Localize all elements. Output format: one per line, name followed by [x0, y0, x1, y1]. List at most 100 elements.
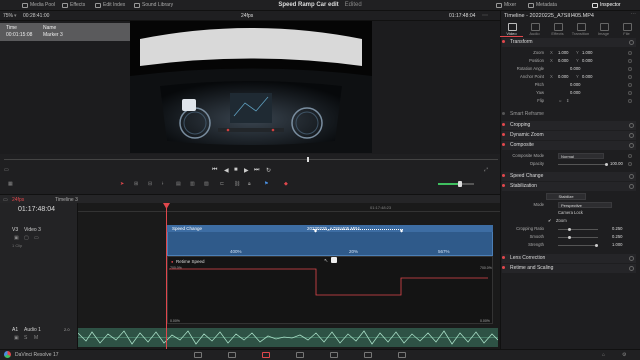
composite-mode-reset-icon[interactable] — [628, 154, 632, 158]
speed-segment-2[interactable]: 20% — [349, 249, 358, 254]
speed-change-enable-icon[interactable] — [502, 174, 505, 178]
retime-scaling-enable-icon[interactable] — [502, 266, 505, 270]
position-y-field[interactable]: 0.000 — [582, 58, 592, 63]
track-visibility-icon[interactable]: ▭ — [34, 235, 39, 241]
zoom-slider-handle[interactable] — [458, 181, 462, 187]
replace-icon[interactable]: ▧ — [204, 181, 209, 187]
smooth-slider[interactable] — [558, 235, 598, 239]
pitch-field[interactable]: 0.000 — [570, 82, 580, 87]
play-icon[interactable]: ▶ — [244, 167, 249, 174]
color-page-icon[interactable] — [330, 352, 338, 358]
link-icon[interactable]: ⛓ — [234, 181, 240, 187]
layout-icon[interactable]: ▦ — [8, 181, 13, 187]
inspector-options-icon[interactable]: ⋯ — [631, 12, 637, 18]
cropping-enable-icon[interactable] — [502, 123, 505, 127]
anchor-reset-icon[interactable] — [628, 75, 632, 79]
checkmark-icon[interactable]: ✔ — [548, 218, 552, 223]
zoom-x-field[interactable]: 1.000 — [558, 50, 568, 55]
cropping-reset-icon[interactable] — [629, 123, 634, 128]
home-icon[interactable]: ⌂ — [602, 352, 605, 358]
smart-reframe-enable-icon[interactable] — [502, 112, 505, 116]
mixer-button[interactable]: Mixer — [496, 2, 516, 8]
composite-reset-icon[interactable] — [629, 143, 634, 148]
zoom-y-field[interactable]: 1.000 — [582, 50, 592, 55]
tab-effects[interactable]: Effects — [546, 21, 569, 37]
zoom-level[interactable]: 75% — [3, 13, 13, 19]
lens-correction-reset-icon[interactable] — [629, 256, 634, 261]
marker-time-value[interactable]: 00:01:15:08 — [6, 32, 32, 38]
section-lens-correction[interactable]: Lens Correction — [502, 255, 636, 264]
fullscreen-icon[interactable]: ⤢ — [484, 167, 488, 173]
inspector-button[interactable]: Inspector — [592, 2, 621, 8]
viewer-options-icon[interactable]: ▭ — [4, 167, 9, 173]
audio-lock-icon[interactable]: ▣ — [14, 335, 19, 341]
position-x-field[interactable]: 0.000 — [558, 58, 568, 63]
rotation-field[interactable]: 0.000 — [570, 66, 580, 71]
scrub-handle[interactable] — [307, 157, 309, 162]
insert-icon[interactable]: ▤ — [176, 181, 181, 187]
pitch-reset-icon[interactable] — [628, 83, 632, 87]
track-lock-icon[interactable]: ▣ — [14, 235, 19, 241]
settings-gear-icon[interactable]: ⚙ — [622, 352, 626, 358]
audio-mute-icon[interactable]: M — [34, 335, 38, 341]
strength-slider[interactable] — [558, 243, 598, 247]
audio-clip[interactable] — [77, 328, 499, 347]
marker-icon[interactable]: ◆ — [284, 181, 288, 187]
tab-audio[interactable]: Audio — [523, 21, 546, 37]
chevron-down-icon[interactable]: ▾ — [14, 13, 17, 19]
playhead[interactable] — [166, 203, 167, 349]
tab-transition[interactable]: Transition — [569, 21, 592, 37]
stabilize-button[interactable]: Stabilize — [546, 193, 586, 200]
reverse-play-icon[interactable]: ◀ — [224, 167, 229, 174]
lens-correction-enable-icon[interactable] — [502, 256, 505, 260]
flip-reset-icon[interactable] — [628, 99, 632, 103]
cut-page-icon[interactable] — [228, 352, 236, 358]
metadata-button[interactable]: Metadata — [528, 2, 557, 8]
retime-scaling-reset-icon[interactable] — [629, 266, 634, 271]
speed-segment-3[interactable]: 567% — [438, 249, 450, 254]
stabilization-enable-icon[interactable] — [502, 184, 505, 188]
flip-horizontal-icon[interactable]: ⇔ — [558, 98, 562, 103]
jump-end-icon[interactable]: ⏭ — [254, 167, 259, 174]
tab-video[interactable]: Video — [500, 21, 523, 37]
fusion-page-icon[interactable] — [296, 352, 304, 358]
yaw-reset-icon[interactable] — [628, 91, 632, 95]
position-lock-icon[interactable]: 🔒︎ — [248, 181, 251, 187]
crop-ratio-field[interactable]: 0.250 — [612, 226, 622, 231]
zoom-reset-icon[interactable] — [628, 51, 632, 55]
audio-solo-icon[interactable]: S — [24, 335, 27, 341]
retime-curve[interactable] — [168, 257, 492, 323]
trim-tool-icon[interactable]: ⊞ — [134, 181, 138, 187]
retime-curve-editor[interactable]: Retime Speed ● 700.0% 700.0% 0.00% 0.00%… — [167, 256, 493, 324]
snapping-icon[interactable]: ⊏ — [220, 181, 224, 187]
track-monitor-icon[interactable]: ▢ — [24, 235, 29, 241]
section-speed-change[interactable]: Speed Change — [502, 173, 636, 182]
marker-name-value[interactable]: Marker 3 — [43, 32, 63, 38]
loop-icon[interactable]: ↻ — [266, 167, 271, 174]
section-cropping[interactable]: Cropping — [502, 122, 636, 131]
overwrite-icon[interactable]: ▥ — [190, 181, 195, 187]
crop-ratio-slider[interactable] — [558, 227, 598, 231]
transform-reset-icon[interactable] — [629, 40, 634, 45]
composite-enable-icon[interactable] — [502, 143, 505, 147]
flag-icon[interactable]: ⚑ — [264, 181, 268, 187]
stab-zoom-checkbox[interactable]: Zoom — [556, 218, 567, 223]
smooth-field[interactable]: 0.250 — [612, 234, 622, 239]
speed-point-right-icon[interactable]: ◆ — [400, 228, 403, 233]
speed-point-left-icon[interactable]: ◆ — [314, 228, 317, 233]
anchor-y-field[interactable]: 0.000 — [582, 74, 592, 79]
section-dynamic-zoom[interactable]: Dynamic Zoom — [502, 132, 636, 141]
dynamic-zoom-enable-icon[interactable] — [502, 133, 505, 137]
section-composite[interactable]: Composite — [502, 142, 636, 151]
dynamic-trim-icon[interactable]: ⊟ — [148, 181, 152, 187]
tab-file[interactable]: File — [615, 21, 638, 37]
timeline-ruler[interactable]: 01:17:48:23 — [78, 203, 500, 212]
opacity-field[interactable]: 100.00 — [610, 161, 623, 166]
yaw-field[interactable]: 0.000 — [570, 90, 580, 95]
jump-start-icon[interactable]: ⏮ — [212, 167, 217, 174]
speed-change-reset-icon[interactable] — [629, 174, 634, 179]
selection-tool-icon[interactable]: ➤ — [120, 181, 124, 187]
rotation-reset-icon[interactable] — [628, 67, 632, 71]
curve-editor-button[interactable] — [331, 257, 337, 263]
tab-image[interactable]: Image — [592, 21, 615, 37]
